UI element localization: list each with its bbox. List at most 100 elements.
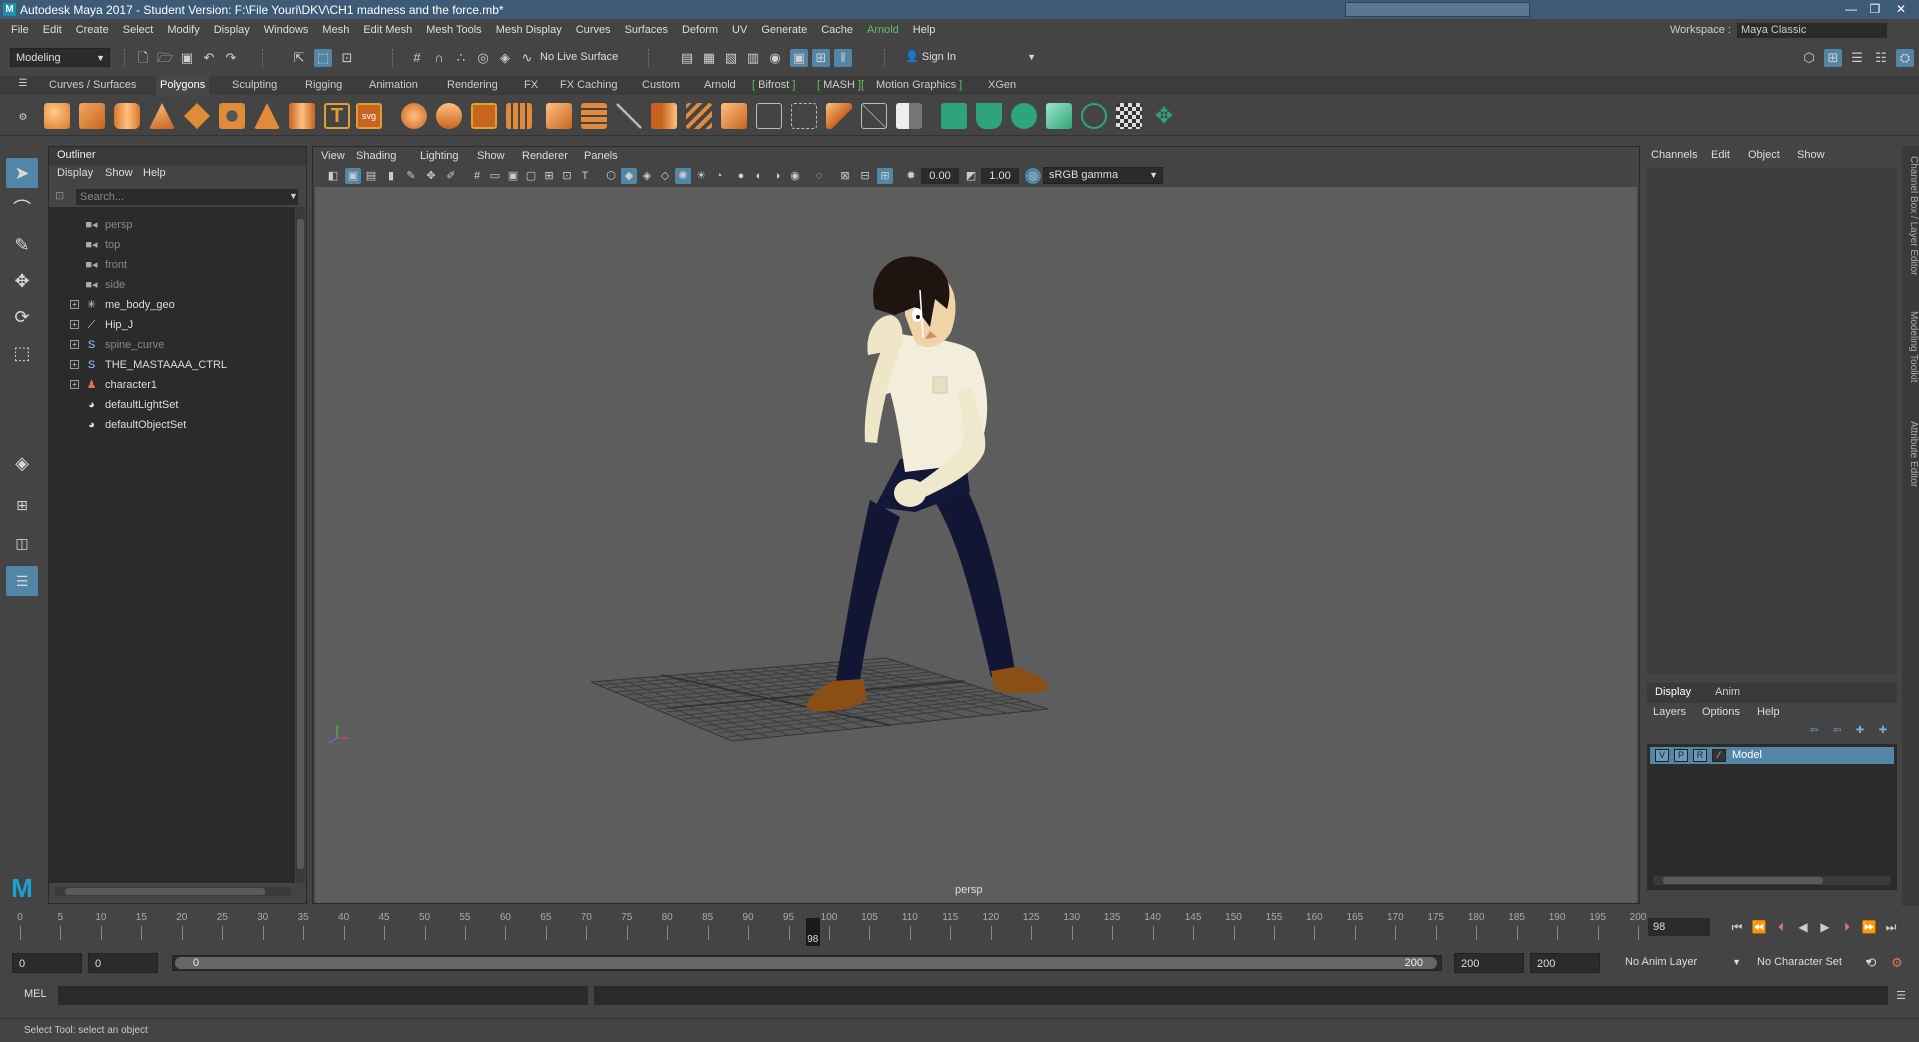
menu-mesh-tools[interactable]: Mesh Tools bbox=[419, 19, 488, 41]
menu-curves[interactable]: Curves bbox=[569, 19, 618, 41]
outliner-menu-display[interactable]: Display bbox=[57, 167, 93, 179]
menu-surfaces[interactable]: Surfaces bbox=[618, 19, 675, 41]
vp-menu-view[interactable]: View bbox=[321, 150, 345, 162]
outliner-item[interactable]: ◕ defaultObjectSet bbox=[49, 415, 289, 435]
cb-menu-show[interactable]: Show bbox=[1797, 149, 1825, 161]
single-view-icon[interactable]: ◈ bbox=[6, 448, 38, 478]
wireframe-on-shaded-icon[interactable]: ◈ bbox=[639, 168, 655, 184]
cb-menu-edit[interactable]: Edit bbox=[1711, 149, 1730, 161]
annotation-icon[interactable]: ✐ bbox=[443, 168, 459, 184]
poly-pyramid-icon[interactable] bbox=[254, 103, 280, 129]
snap-surface-icon[interactable]: ◈ bbox=[496, 49, 514, 67]
collapse-icon[interactable] bbox=[861, 103, 887, 129]
grid-toggle-icon[interactable]: # bbox=[469, 168, 485, 184]
color-space-dropdown[interactable]: sRGB gamma ▼ bbox=[1043, 167, 1163, 184]
animation-preferences-icon[interactable]: ⚙ bbox=[1888, 954, 1906, 972]
tab-sculpting[interactable]: Sculpting bbox=[232, 76, 277, 95]
layer-menu-help[interactable]: Help bbox=[1757, 706, 1780, 718]
insert-edge-loop-icon[interactable] bbox=[756, 103, 782, 129]
attribute-editor-icon[interactable]: ‖ bbox=[834, 49, 852, 67]
outliner-menu-show[interactable]: Show bbox=[105, 167, 133, 179]
gamma-field[interactable]: 1.00 bbox=[981, 168, 1019, 184]
uv-layout-icon[interactable]: ✥ bbox=[1151, 103, 1177, 129]
hypershade-icon[interactable]: ◉ bbox=[766, 49, 784, 67]
tab-rigging[interactable]: Rigging bbox=[305, 76, 342, 95]
camera-select-icon[interactable]: ◧ bbox=[325, 168, 341, 184]
poly-type-icon[interactable]: T bbox=[324, 103, 350, 129]
menu-edit[interactable]: Edit bbox=[36, 19, 69, 41]
render-current-icon[interactable]: ▦ bbox=[700, 49, 718, 67]
append-icon[interactable] bbox=[721, 103, 747, 129]
side-tab-channel-box[interactable]: Channel Box / Layer Editor bbox=[1902, 156, 1919, 276]
snap-together-icon[interactable]: ⬡ bbox=[1800, 49, 1818, 67]
color-management-icon[interactable]: ◎ bbox=[1025, 168, 1041, 184]
four-view-icon[interactable]: ⊞ bbox=[6, 490, 38, 520]
outliner-vscrollbar[interactable] bbox=[296, 207, 305, 883]
tab-xgen[interactable]: XGen bbox=[988, 76, 1016, 95]
menu-file[interactable]: File bbox=[4, 19, 36, 41]
snap-curve-icon[interactable]: ∩ bbox=[430, 49, 448, 67]
poly-torus-icon[interactable] bbox=[219, 103, 245, 129]
poly-cone-icon[interactable] bbox=[149, 103, 175, 129]
tab-anim-layers[interactable]: Anim bbox=[1715, 686, 1740, 698]
image-plane-icon[interactable]: ▮ bbox=[383, 168, 399, 184]
menu-display[interactable]: Display bbox=[207, 19, 257, 41]
end-time-field[interactable]: 200 bbox=[1530, 953, 1600, 973]
menu-arnold[interactable]: Arnold bbox=[860, 19, 906, 41]
xray-components-icon[interactable]: ⊟ bbox=[857, 168, 873, 184]
combine-icon[interactable] bbox=[401, 103, 427, 129]
separate-icon[interactable] bbox=[436, 103, 462, 129]
select-hierarchy-icon[interactable]: ⇱ bbox=[290, 49, 308, 67]
toggle-channel-box-icon[interactable]: ☷ bbox=[1872, 49, 1890, 67]
two-view-icon[interactable]: ◫ bbox=[6, 528, 38, 558]
outliner-layout-icon[interactable]: ☰ bbox=[6, 566, 38, 596]
step-back-key-icon[interactable]: ⏴ bbox=[1772, 918, 1790, 936]
step-forward-key-icon[interactable]: ⏵ bbox=[1838, 918, 1856, 936]
range-bar[interactable]: 0 200 bbox=[172, 955, 1442, 971]
menu-select[interactable]: Select bbox=[116, 19, 161, 41]
uv-planar-icon[interactable] bbox=[941, 103, 967, 129]
expand-icon[interactable]: + bbox=[70, 300, 79, 309]
vp-menu-show[interactable]: Show bbox=[477, 150, 505, 162]
step-forward-frame-icon[interactable]: ⏩ bbox=[1860, 918, 1878, 936]
select-tool-icon[interactable]: ➤ bbox=[6, 158, 38, 188]
play-forwards-icon[interactable]: ▶ bbox=[1816, 918, 1834, 936]
help-search-input[interactable] bbox=[1345, 2, 1530, 17]
filter-icon[interactable]: ⊡ bbox=[55, 189, 64, 202]
outliner-item[interactable]: + S THE_MASTAAAA_CTRL bbox=[49, 355, 289, 375]
menu-windows[interactable]: Windows bbox=[257, 19, 316, 41]
cb-menu-channels[interactable]: Channels bbox=[1651, 149, 1697, 161]
close-button[interactable]: ✕ bbox=[1890, 2, 1912, 17]
render-settings-icon[interactable]: ▥ bbox=[744, 49, 762, 67]
outliner-item[interactable]: ■◂ front bbox=[49, 255, 289, 275]
tab-custom[interactable]: Custom bbox=[642, 76, 680, 95]
menu-edit-mesh[interactable]: Edit Mesh bbox=[356, 19, 419, 41]
save-scene-icon[interactable]: ▣ bbox=[178, 49, 196, 67]
vp-menu-shading[interactable]: Shading bbox=[356, 150, 396, 162]
scale-tool-icon[interactable]: ⬚ bbox=[6, 338, 38, 368]
shadows-icon[interactable]: ☀ bbox=[693, 168, 709, 184]
expand-icon[interactable]: + bbox=[70, 360, 79, 369]
menu-create[interactable]: Create bbox=[69, 19, 116, 41]
anti-aliasing-icon[interactable]: ◑ bbox=[769, 168, 785, 184]
smooth-shade-icon[interactable]: ◆ bbox=[621, 168, 637, 184]
current-frame-field[interactable]: 98 bbox=[1648, 918, 1710, 936]
menuset-dropdown[interactable]: Modeling ▼ bbox=[10, 48, 110, 67]
time-slider[interactable]: 0 5 10 15 20 25 30 35 40 45 50 55 60 65 70 75 80 85 90 95 10… bbox=[0, 908, 1919, 946]
move-layer-up-icon[interactable]: ⇦ bbox=[1806, 724, 1822, 738]
outliner-item[interactable]: ◕ defaultLightSet bbox=[49, 395, 289, 415]
ambient-occlusion-icon[interactable]: ● bbox=[733, 168, 749, 184]
offset-edge-loop-icon[interactable] bbox=[791, 103, 817, 129]
minimize-button[interactable]: — bbox=[1840, 2, 1862, 17]
expand-icon[interactable]: + bbox=[70, 380, 79, 389]
exposure-icon[interactable]: ✹ bbox=[903, 168, 919, 184]
poly-cube-icon[interactable] bbox=[79, 103, 105, 129]
render-view-icon[interactable]: ▤ bbox=[678, 49, 696, 67]
expand-icon[interactable]: + bbox=[70, 320, 79, 329]
vp-menu-panels[interactable]: Panels bbox=[584, 150, 618, 162]
bridge-icon[interactable] bbox=[581, 103, 607, 129]
smooth-icon[interactable] bbox=[506, 103, 532, 129]
new-scene-icon[interactable]: 🗋 bbox=[134, 49, 152, 67]
persp-viewport[interactable]: persp bbox=[315, 187, 1637, 903]
toggle-panel-icon[interactable]: ⊞ bbox=[1824, 49, 1842, 67]
